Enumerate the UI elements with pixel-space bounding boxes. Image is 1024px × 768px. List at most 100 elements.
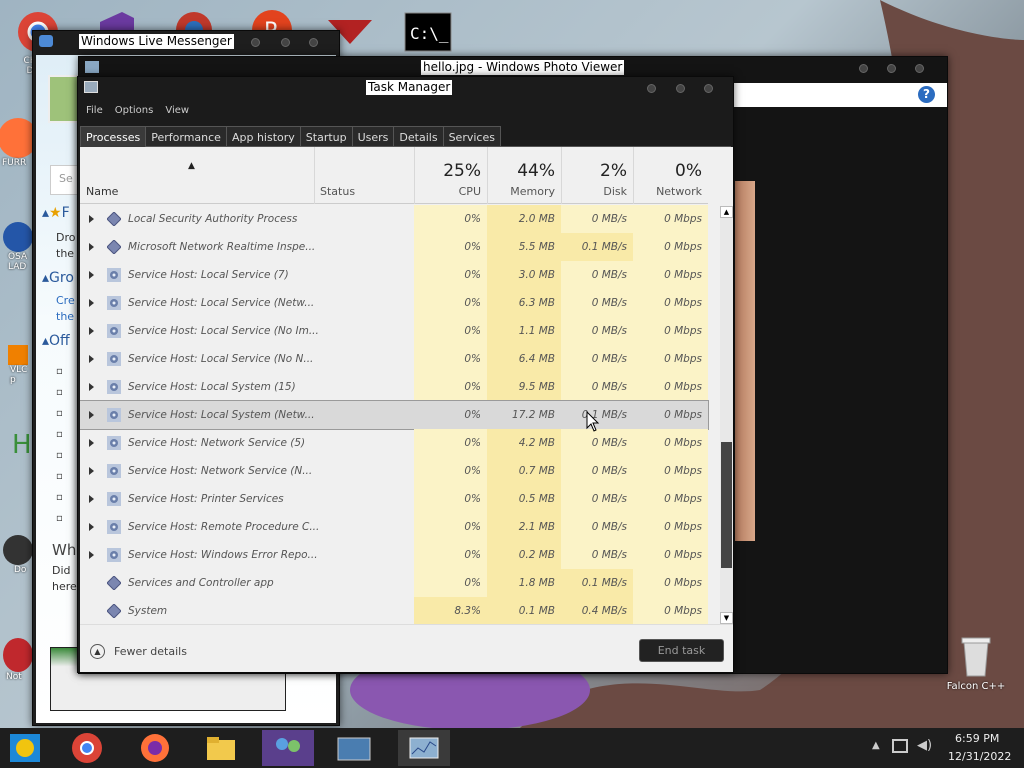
process-diamond-icon: [107, 212, 121, 226]
expand-arrow-icon[interactable]: [89, 243, 94, 251]
process-disk: 0 MB/s: [561, 345, 633, 373]
minimize-button[interactable]: [647, 84, 656, 93]
close-button[interactable]: [309, 38, 318, 47]
firefox-taskbar-icon[interactable]: [138, 732, 172, 764]
help-icon[interactable]: ?: [918, 86, 935, 103]
process-name: Service Host: Local Service (No N...: [128, 353, 314, 365]
expand-arrow-icon[interactable]: [89, 215, 94, 223]
tab-processes[interactable]: Processes: [80, 126, 147, 147]
group-offline[interactable]: ▴Off: [42, 333, 70, 349]
column-name[interactable]: Name: [86, 185, 118, 198]
process-cpu: 0%: [414, 485, 487, 513]
process-row[interactable]: Services and Controller app 0% 1.8 MB 0.1 M…: [80, 569, 708, 597]
minimize-button[interactable]: [251, 38, 260, 47]
contact-checkbox[interactable]: ▫: [56, 445, 68, 466]
process-row[interactable]: Service Host: Printer Services 0% 0.5 MB 0 …: [80, 485, 708, 513]
expand-arrow-icon[interactable]: [89, 327, 94, 335]
expand-arrow-icon[interactable]: [89, 551, 94, 559]
expand-arrow-icon[interactable]: [89, 299, 94, 307]
menu-file[interactable]: File: [80, 102, 109, 120]
expand-arrow-icon[interactable]: [89, 411, 94, 419]
cmd-desktop-icon[interactable]: C:\_: [404, 12, 452, 58]
contact-checkbox[interactable]: ▫: [56, 361, 68, 382]
menu-options[interactable]: Options: [109, 102, 160, 120]
tab-users[interactable]: Users: [351, 126, 395, 147]
expand-arrow-icon[interactable]: [89, 439, 94, 447]
process-row[interactable]: Service Host: Windows Error Repo... 0% 0.2…: [80, 541, 708, 569]
photo-viewer-taskbar-icon[interactable]: [334, 732, 374, 764]
volume-icon[interactable]: ◀): [917, 738, 932, 753]
mouse-cursor: [586, 411, 600, 432]
fewer-details-link[interactable]: Fewer details: [114, 645, 187, 658]
process-row[interactable]: Service Host: Local Service (Netw... 0% 6.…: [80, 289, 708, 317]
column-status[interactable]: Status: [314, 147, 414, 204]
process-row[interactable]: Service Host: Local System (Netw... 0% 17.…: [80, 400, 709, 430]
column-network[interactable]: 0% Network: [633, 147, 708, 204]
expand-arrow-icon[interactable]: [89, 271, 94, 279]
tab-services[interactable]: Services: [442, 126, 501, 147]
contact-checkbox[interactable]: ▫: [56, 403, 68, 424]
process-row[interactable]: Microsoft Network Realtime Inspe... 0% 5.5…: [80, 233, 708, 261]
clock-time[interactable]: 6:59 PM: [955, 732, 999, 745]
show-hidden-icons-icon[interactable]: ▲: [872, 740, 880, 751]
scroll-down-arrow[interactable]: ▼: [720, 612, 733, 624]
group-groups[interactable]: ▴Gro: [42, 270, 74, 286]
maximize-button[interactable]: [676, 84, 685, 93]
chrome-taskbar-icon[interactable]: [70, 732, 104, 764]
process-row[interactable]: Service Host: Remote Procedure C... 0% 2.1…: [80, 513, 708, 541]
contact-checkbox[interactable]: ▫: [56, 424, 68, 445]
network-icon[interactable]: [892, 739, 908, 753]
recycle-bin-desktop-icon[interactable]: Falcon C++: [944, 632, 1008, 692]
contact-checkbox[interactable]: ▫: [56, 508, 68, 529]
collapse-icon[interactable]: ▲: [90, 644, 105, 659]
close-button[interactable]: [915, 64, 924, 73]
process-row[interactable]: System 8.3% 0.1 MB 0.4 MB/s 0 Mbps: [80, 597, 708, 624]
task-manager-footer: ▲ Fewer details End task: [80, 624, 733, 672]
app-red-icon: [3, 638, 33, 672]
process-network: 0 Mbps: [633, 205, 708, 233]
task-manager-window[interactable]: Task Manager File Options View Processes Pe…: [77, 76, 734, 673]
maximize-button[interactable]: [887, 64, 896, 73]
expand-arrow-icon[interactable]: [89, 495, 94, 503]
minimize-button[interactable]: [859, 64, 868, 73]
maximize-button[interactable]: [281, 38, 290, 47]
contact-checkbox[interactable]: ▫: [56, 382, 68, 403]
process-network: 0 Mbps: [633, 541, 708, 569]
scroll-thumb[interactable]: [721, 442, 732, 568]
task-manager-taskbar-icon[interactable]: [398, 730, 450, 766]
contact-checkbox[interactable]: ▫: [56, 466, 68, 487]
column-cpu[interactable]: 25% CPU: [414, 147, 487, 204]
process-row[interactable]: Service Host: Local Service (No N... 0% 6.…: [80, 345, 708, 373]
scroll-up-arrow[interactable]: ▲: [720, 206, 733, 218]
process-row[interactable]: Local Security Authority Process 0% 2.0 MB…: [80, 205, 708, 233]
expand-arrow-icon[interactable]: [89, 383, 94, 391]
photo-viewer-app-icon: [85, 61, 99, 73]
menu-view[interactable]: View: [159, 102, 195, 120]
tab-startup[interactable]: Startup: [299, 126, 353, 147]
expand-arrow-icon[interactable]: [89, 467, 94, 475]
close-button[interactable]: [704, 84, 713, 93]
tab-performance[interactable]: Performance: [145, 126, 227, 147]
messenger-taskbar-icon[interactable]: [262, 730, 314, 766]
contact-checkbox[interactable]: ▫: [56, 487, 68, 508]
tab-app-history[interactable]: App history: [225, 126, 301, 147]
group-favorites[interactable]: ▴★F: [42, 205, 70, 221]
tab-details[interactable]: Details: [393, 126, 444, 147]
process-row[interactable]: Service Host: Network Service (5) 0% 4.2 M…: [80, 429, 708, 457]
messenger-titlebar[interactable]: Windows Live Messenger: [33, 31, 339, 53]
process-row[interactable]: Service Host: Local System (15) 0% 9.5 MB 0…: [80, 373, 708, 401]
process-row[interactable]: Service Host: Network Service (N... 0% 0.7…: [80, 457, 708, 485]
column-memory[interactable]: 44% Memory: [487, 147, 561, 204]
clock-date[interactable]: 12/31/2022: [948, 750, 1011, 763]
column-disk[interactable]: 2% Disk: [561, 147, 633, 204]
end-task-button[interactable]: End task: [639, 639, 724, 662]
photo-image: [735, 181, 755, 541]
vertical-scrollbar[interactable]: ▲ ▼: [720, 206, 733, 624]
start-button[interactable]: [8, 732, 42, 764]
process-row[interactable]: Service Host: Local Service (No Im... 0% 1…: [80, 317, 708, 345]
file-explorer-taskbar-icon[interactable]: [204, 732, 238, 764]
process-row[interactable]: Service Host: Local Service (7) 0% 3.0 MB 0…: [80, 261, 708, 289]
task-manager-titlebar[interactable]: Task Manager: [78, 77, 733, 99]
expand-arrow-icon[interactable]: [89, 355, 94, 363]
expand-arrow-icon[interactable]: [89, 523, 94, 531]
